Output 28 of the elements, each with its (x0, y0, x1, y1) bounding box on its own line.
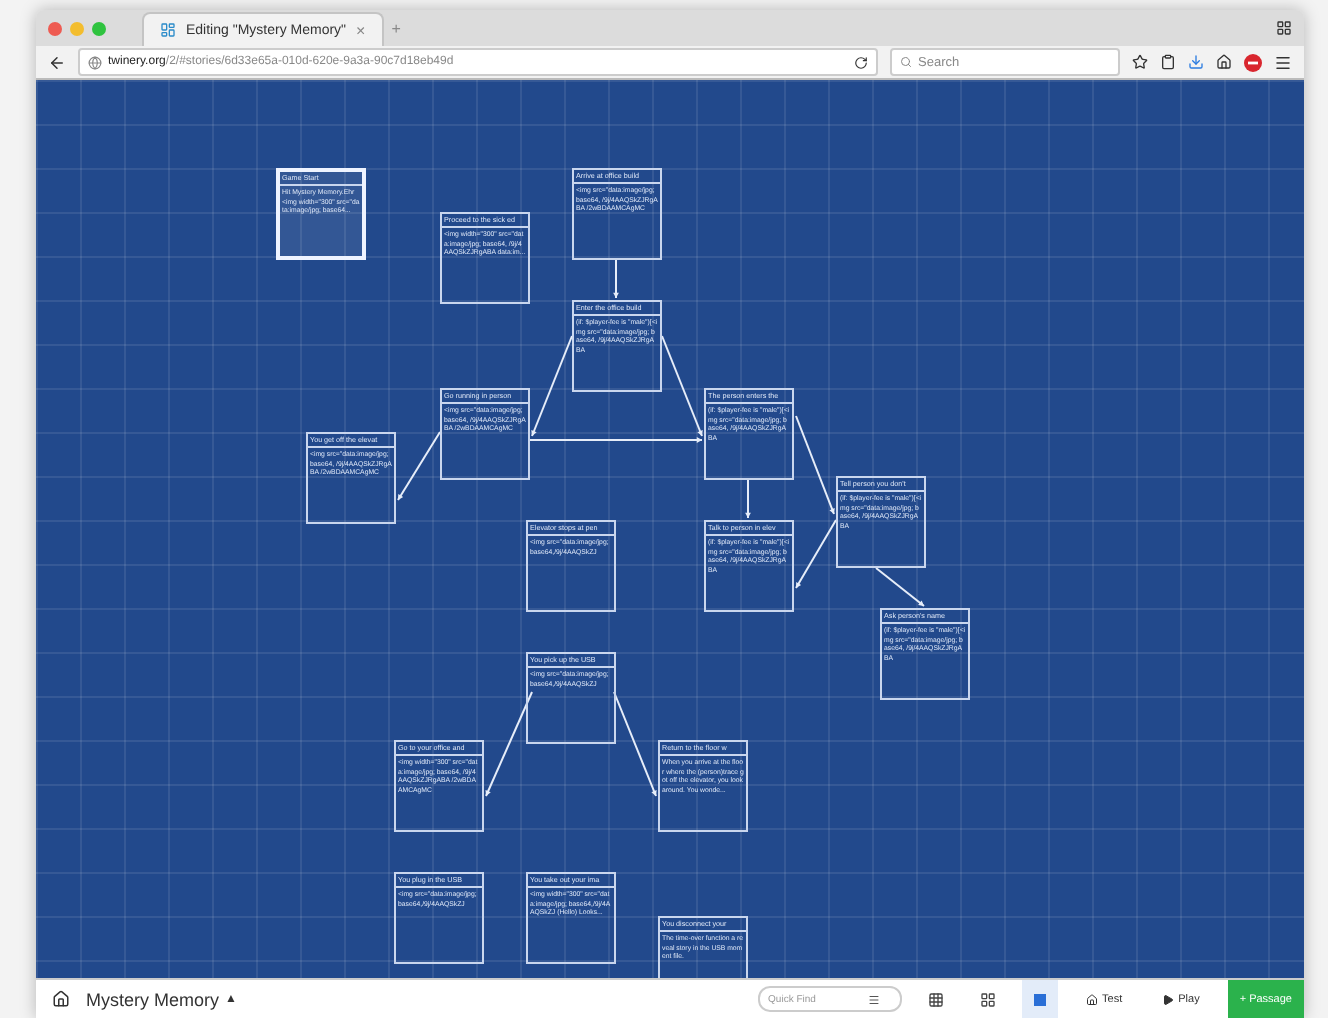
grid-icon (928, 991, 945, 1007)
download-icon[interactable] (1188, 54, 1204, 70)
link-arrow (613, 691, 657, 797)
zoom-button[interactable] (1022, 980, 1059, 1018)
link-arrow (485, 691, 533, 797)
tiles-icon[interactable] (1276, 20, 1292, 36)
story-title[interactable]: Mystery Memory (86, 989, 220, 1009)
home-icon[interactable] (1216, 54, 1232, 70)
clipboard-icon[interactable] (1160, 54, 1176, 70)
link-arrow (795, 415, 835, 515)
menu-icon[interactable] (1274, 53, 1292, 71)
link-arrow (795, 519, 837, 589)
home-icon[interactable] (52, 990, 70, 1008)
star-icon[interactable] (1132, 54, 1148, 70)
home-icon (1086, 993, 1099, 1005)
play-icon (1162, 993, 1175, 1005)
square-icon (1034, 993, 1047, 1005)
link-arrow (397, 431, 441, 501)
back-icon[interactable] (48, 53, 66, 71)
stop-sign-icon[interactable] (1244, 53, 1262, 71)
search-icon (900, 56, 912, 68)
reload-icon[interactable] (854, 55, 868, 69)
menu-icon (868, 993, 881, 1005)
link-arrow (745, 479, 751, 519)
link-arrow (875, 567, 925, 607)
globe-icon (88, 55, 102, 69)
link-arrow (613, 259, 619, 299)
tiles-icon (980, 991, 997, 1007)
